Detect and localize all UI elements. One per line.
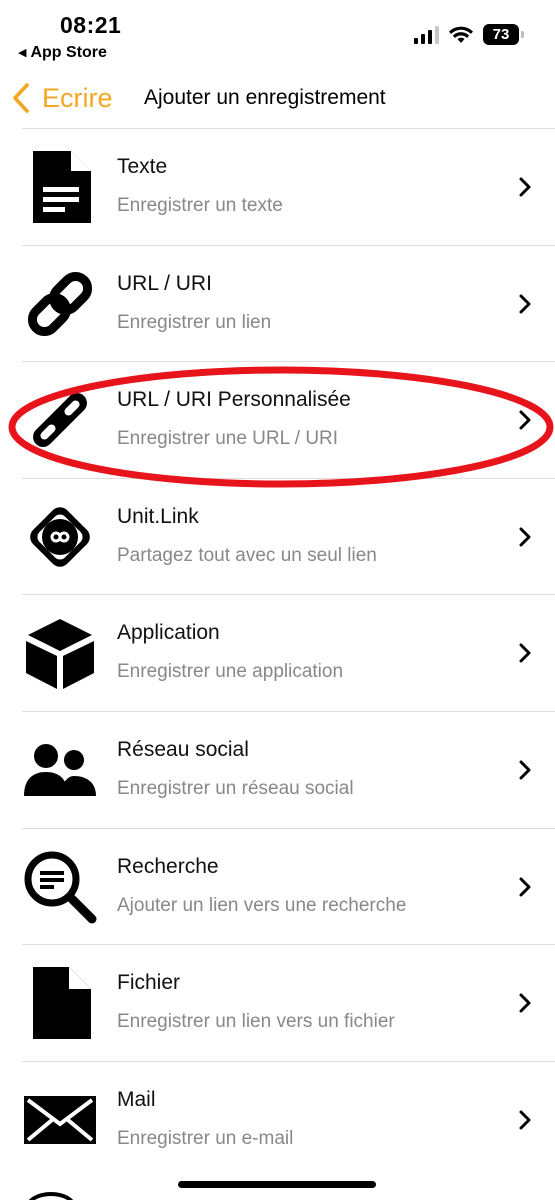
item-subtitle: Enregistrer une URL / URI bbox=[117, 428, 339, 450]
item-subtitle: Enregistrer un lien bbox=[117, 311, 272, 333]
document-icon bbox=[22, 149, 98, 225]
wifi-icon bbox=[449, 26, 473, 43]
item-subtitle: Partagez tout avec un seul lien bbox=[117, 544, 377, 566]
cube-icon bbox=[22, 615, 98, 691]
chevron-right-icon bbox=[519, 410, 531, 430]
status-time: 08:21 bbox=[60, 12, 122, 38]
item-title: Application bbox=[117, 621, 220, 645]
item-title: Recherche bbox=[117, 854, 219, 878]
search-icon bbox=[22, 849, 98, 925]
page-title: Ajouter un enregistrement bbox=[144, 86, 386, 109]
list-item-url-uri-personnalisee[interactable]: URL / URI Personnalisée Enregistrer une … bbox=[22, 361, 555, 478]
file-icon bbox=[22, 965, 98, 1041]
chevron-right-icon bbox=[519, 177, 531, 197]
back-to-app-store[interactable]: ◀ App Store bbox=[18, 44, 107, 62]
mail-icon bbox=[22, 1082, 98, 1158]
item-subtitle: Enregistrer un texte bbox=[117, 195, 283, 216]
list-item-reseau-social[interactable]: Réseau social Enregistrer un réseau soci… bbox=[22, 710, 555, 828]
custom-link-icon bbox=[22, 382, 98, 458]
battery-indicator: 73 bbox=[483, 24, 524, 45]
record-type-list: Texte Enregistrer un texte URL / URI Enr… bbox=[22, 128, 555, 1177]
chevron-right-icon bbox=[519, 760, 531, 780]
back-button-label: Ecrire bbox=[42, 82, 113, 113]
list-item-recherche[interactable]: Recherche Ajouter un lien vers une reche… bbox=[22, 827, 555, 945]
list-item-unit-link[interactable]: Unit.Link Partagez tout avec un seul lie… bbox=[22, 477, 555, 595]
item-title: Texte bbox=[117, 155, 168, 178]
item-title: URL / URI bbox=[117, 271, 212, 295]
list-item-url-uri[interactable]: URL / URI Enregistrer un lien bbox=[22, 244, 555, 362]
item-subtitle: Ajouter un lien vers une recherche bbox=[117, 894, 407, 916]
next-item-icon-partial bbox=[26, 1192, 76, 1200]
list-item-application[interactable]: Application Enregistrer une application bbox=[22, 594, 555, 711]
item-title: Mail bbox=[117, 1087, 156, 1111]
item-title: Fichier bbox=[117, 971, 181, 995]
chevron-left-icon bbox=[13, 83, 29, 113]
item-title: Réseau social bbox=[117, 737, 249, 761]
link-icon bbox=[22, 266, 98, 342]
item-subtitle: Enregistrer un réseau social bbox=[117, 777, 354, 799]
chevron-right-icon bbox=[519, 527, 531, 547]
list-item-mail[interactable]: Mail Enregistrer un e-mail bbox=[22, 1060, 555, 1178]
back-app-label: App Store bbox=[30, 44, 107, 61]
chevron-right-icon bbox=[519, 1110, 531, 1130]
chevron-right-icon bbox=[519, 877, 531, 897]
item-subtitle: Enregistrer une application bbox=[117, 661, 344, 683]
navigation-bar: Ecrire Ajouter un enregistrement bbox=[0, 76, 555, 122]
list-item-fichier[interactable]: Fichier Enregistrer un lien vers un fich… bbox=[22, 944, 555, 1061]
item-subtitle: Enregistrer un e-mail bbox=[117, 1127, 294, 1149]
list-item-texte[interactable]: Texte Enregistrer un texte bbox=[22, 128, 555, 245]
status-icons: 73 bbox=[414, 24, 524, 45]
people-icon bbox=[22, 732, 98, 808]
item-title: Unit.Link bbox=[117, 504, 199, 528]
status-bar: 08:21 ◀ App Store 73 bbox=[0, 0, 555, 70]
unitlink-icon bbox=[22, 499, 98, 575]
home-indicator[interactable] bbox=[178, 1181, 376, 1188]
item-title: URL / URI Personnalisée bbox=[117, 388, 351, 412]
back-triangle-icon: ◀ bbox=[18, 47, 27, 59]
item-subtitle: Enregistrer un lien vers un fichier bbox=[117, 1011, 395, 1033]
back-button[interactable]: Ecrire bbox=[12, 76, 113, 120]
chevron-right-icon bbox=[519, 643, 531, 663]
cellular-signal-icon bbox=[414, 25, 439, 44]
chevron-right-icon bbox=[519, 294, 531, 314]
chevron-right-icon bbox=[519, 993, 531, 1013]
